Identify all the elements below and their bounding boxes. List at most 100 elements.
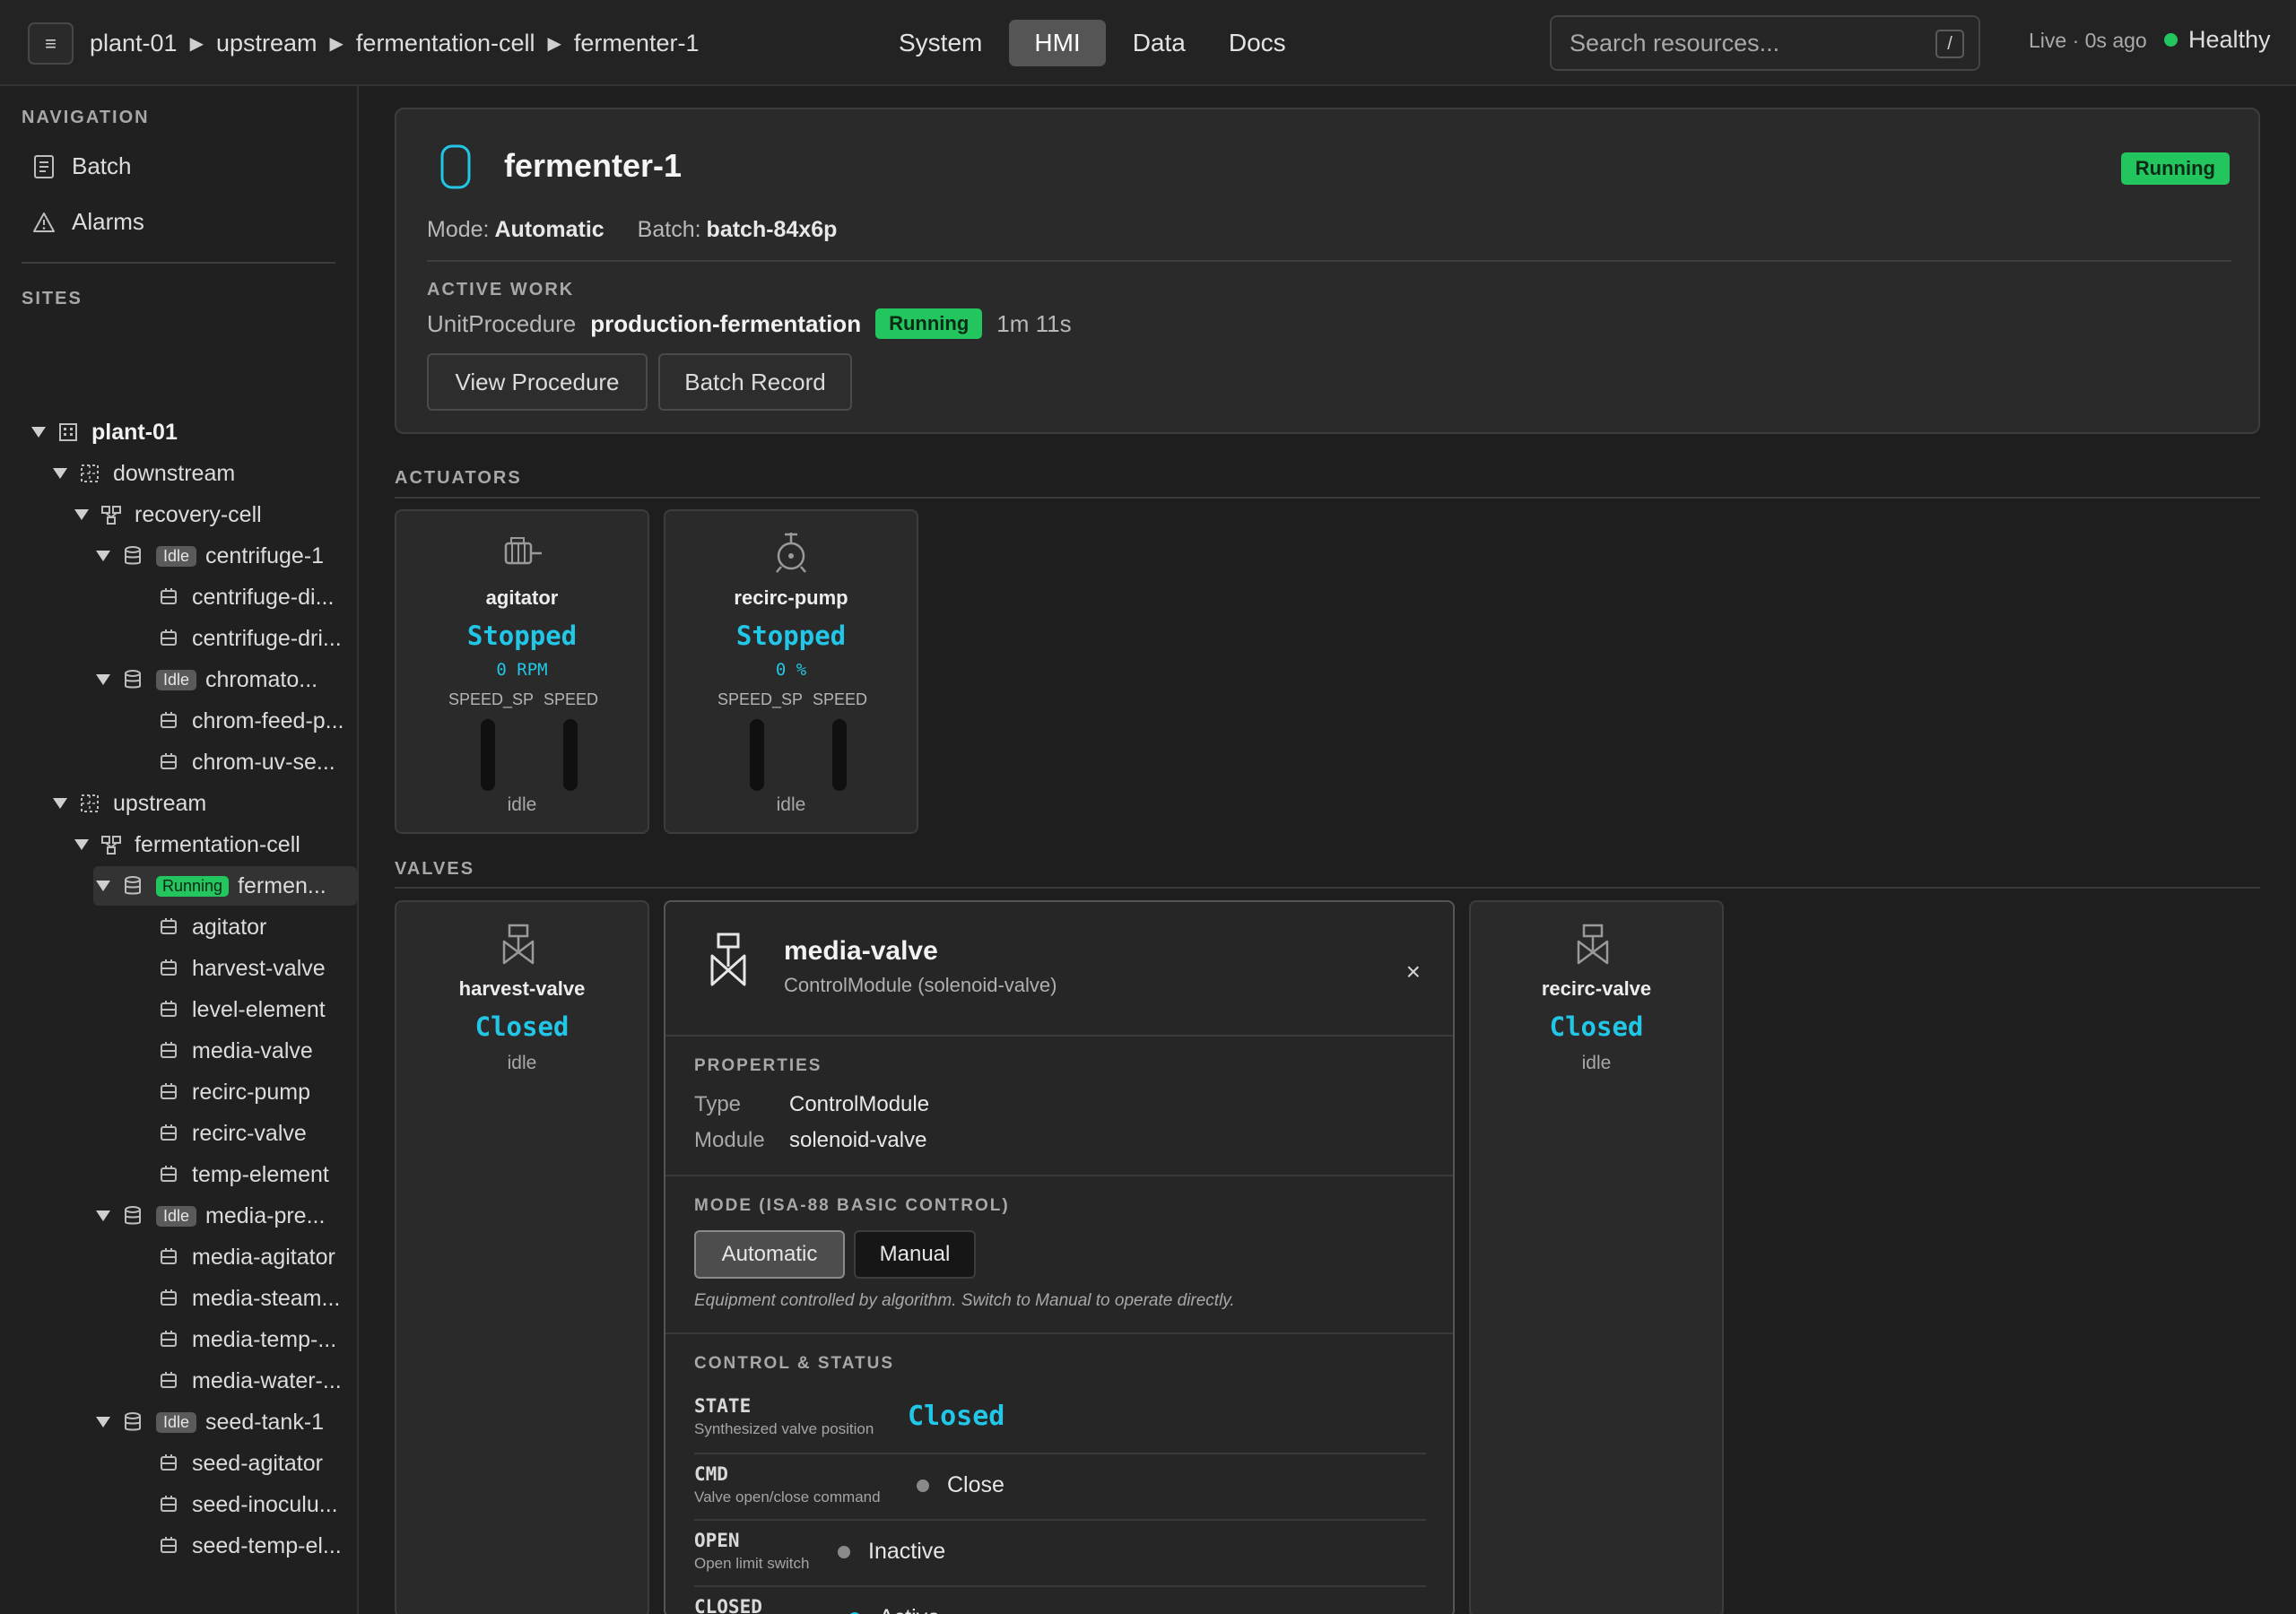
module-icon: [161, 1372, 177, 1388]
mode-manual-button[interactable]: Manual: [854, 1230, 976, 1279]
breadcrumb-separator-icon: ▶: [547, 33, 561, 54]
tree-item-fermentation-cell[interactable]: fermentation-cell: [74, 825, 300, 864]
expand-caret-icon[interactable]: [30, 426, 47, 438]
tree-item-centrifuge-di[interactable]: centrifuge-di...: [117, 577, 334, 617]
speed-sp-bar: [750, 719, 764, 791]
tree-item-upstream[interactable]: upstream: [52, 784, 206, 823]
tree-item-media-pre[interactable]: Idle media-pre...: [95, 1196, 325, 1236]
main-nav: System HMI Data Docs: [883, 20, 1302, 66]
actuator-name: recirc-pump: [734, 586, 848, 609]
unit-title: fermenter-1: [504, 147, 683, 184]
tree-item-fermen[interactable]: Running fermen...: [93, 866, 357, 906]
valve-icon: [710, 933, 746, 986]
mode-title: MODE (ISA-88 BASIC CONTROL): [694, 1196, 1010, 1215]
tree-item-chromato[interactable]: Idle chromato...: [95, 660, 317, 699]
search-shortcut-key: /: [1935, 30, 1964, 58]
tree-item-temp-element[interactable]: temp-element: [117, 1155, 329, 1194]
tree-item-media-agitator[interactable]: media-agitator: [117, 1237, 335, 1277]
actuator-card-recirc-pump[interactable]: recirc-pump Stopped 0 % SPEED_SP SPEED i…: [664, 509, 918, 834]
expand-caret-icon[interactable]: [95, 550, 111, 562]
signal-state-key: STATE: [694, 1395, 752, 1417]
tree-item-label: media-steam...: [192, 1285, 341, 1311]
tree-item-media-temp[interactable]: media-temp-...: [117, 1320, 336, 1359]
module-icon: [161, 1001, 177, 1017]
tree-item-media-water[interactable]: media-water-...: [117, 1361, 342, 1401]
tree-item-chrom-uv-se[interactable]: chrom-uv-se...: [117, 742, 335, 782]
tree-item-recovery-cell[interactable]: recovery-cell: [74, 495, 262, 534]
module-icon: [161, 1248, 177, 1264]
tree-item-media-valve[interactable]: media-valve: [117, 1031, 313, 1071]
actuator-card-agitator[interactable]: agitator Stopped 0 RPM SPEED_SP SPEED id…: [395, 509, 649, 834]
mode-note: Equipment controlled by algorithm. Switc…: [694, 1291, 1235, 1310]
expand-caret-icon[interactable]: [74, 508, 90, 521]
tree-item-level-element[interactable]: level-element: [117, 990, 326, 1029]
type-label: Type: [694, 1092, 742, 1116]
valve-card-harvest-valve[interactable]: harvest-valve Closed idle: [395, 900, 649, 1614]
tree-item-label: recirc-pump: [192, 1079, 310, 1105]
tree-item-plant-01[interactable]: plant-01: [30, 412, 178, 452]
panel-title: media-valve: [784, 936, 938, 966]
tree-item-label: downstream: [113, 460, 236, 486]
status-badge: Idle: [156, 1411, 197, 1433]
tree-item-seed-tank-1[interactable]: Idle seed-tank-1: [95, 1402, 324, 1442]
valve-card-recirc-valve[interactable]: recirc-valve Closed idle: [1469, 900, 1724, 1614]
breadcrumb: plant-01 ▶ upstream ▶ fermentation-cell …: [90, 27, 699, 59]
breadcrumb-cell[interactable]: fermentation-cell: [356, 30, 535, 57]
signal-cmd-key: CMD: [694, 1463, 728, 1485]
tree-item-seed-temp-el[interactable]: seed-temp-el...: [117, 1526, 342, 1566]
search-input[interactable]: Search resources... /: [1550, 15, 1980, 71]
breadcrumb-area[interactable]: upstream: [216, 30, 317, 57]
tree-item-centrifuge-1[interactable]: Idle centrifuge-1: [95, 536, 324, 576]
tree-item-label: chrom-uv-se...: [192, 749, 335, 775]
tab-docs[interactable]: Docs: [1213, 20, 1302, 66]
tree-item-seed-agitator[interactable]: seed-agitator: [117, 1444, 323, 1483]
tree-item-seed-inoculu[interactable]: seed-inoculu...: [117, 1485, 338, 1524]
expand-caret-icon[interactable]: [95, 1416, 111, 1428]
site-icon: [59, 423, 77, 441]
expand-caret-icon[interactable]: [95, 673, 111, 686]
pump-icon: [776, 533, 806, 573]
expand-caret-icon[interactable]: [52, 467, 68, 480]
sidebar-divider: [22, 262, 335, 264]
tree-item-label: fermen...: [238, 872, 326, 898]
expand-caret-icon[interactable]: [95, 1210, 111, 1222]
tree-item-label: centrifuge-dri...: [192, 625, 342, 651]
unit-icon: [125, 1206, 141, 1225]
view-procedure-button[interactable]: View Procedure: [427, 353, 648, 411]
tree-item-chrom-feed-p[interactable]: chrom-feed-p...: [117, 701, 344, 741]
tree-item-recirc-valve[interactable]: recirc-valve: [117, 1114, 307, 1153]
tab-system[interactable]: System: [883, 20, 998, 66]
motor-icon: [504, 537, 542, 565]
tree-item-label: chromato...: [205, 666, 318, 692]
tree-item-media-steam[interactable]: media-steam...: [117, 1279, 340, 1318]
tree-item-recirc-pump[interactable]: recirc-pump: [117, 1072, 310, 1112]
speed-sp-label: SPEED_SP: [448, 690, 535, 708]
valve-name: recirc-valve: [1541, 977, 1652, 1000]
expand-caret-icon[interactable]: [52, 797, 68, 810]
close-icon[interactable]: ×: [1406, 958, 1421, 986]
module-icon: [161, 1042, 177, 1058]
tree-item-harvest-valve[interactable]: harvest-valve: [117, 949, 326, 988]
tree-item-agitator[interactable]: agitator: [117, 907, 266, 947]
actuator-name: agitator: [485, 586, 559, 609]
expand-caret-icon[interactable]: [95, 880, 111, 892]
panel-divider: [665, 1035, 1453, 1037]
breadcrumb-unit[interactable]: fermenter-1: [574, 30, 700, 57]
module-icon: [161, 1124, 177, 1141]
tree-item-label: temp-element: [192, 1161, 329, 1187]
speed-label: SPEED: [544, 690, 599, 708]
sidebar-item-alarms[interactable]: Alarms: [32, 208, 144, 236]
tree-item-downstream[interactable]: downstream: [52, 454, 235, 493]
tab-hmi[interactable]: HMI: [1009, 20, 1106, 66]
tab-data[interactable]: Data: [1117, 20, 1202, 66]
tree-item-centrifuge-dri[interactable]: centrifuge-dri...: [117, 619, 342, 658]
menu-button[interactable]: ≡: [28, 22, 74, 65]
expand-caret-icon[interactable]: [74, 838, 90, 851]
sidebar-item-batch[interactable]: Batch: [32, 152, 132, 180]
live-status: Live · 0s ago: [2029, 29, 2147, 52]
batch-record-button[interactable]: Batch Record: [658, 353, 852, 411]
status-badge: Idle: [156, 1205, 197, 1227]
signal-cmd-value[interactable]: Close: [917, 1472, 1004, 1498]
mode-automatic-button[interactable]: Automatic: [694, 1230, 845, 1279]
breadcrumb-plant[interactable]: plant-01: [90, 30, 178, 57]
